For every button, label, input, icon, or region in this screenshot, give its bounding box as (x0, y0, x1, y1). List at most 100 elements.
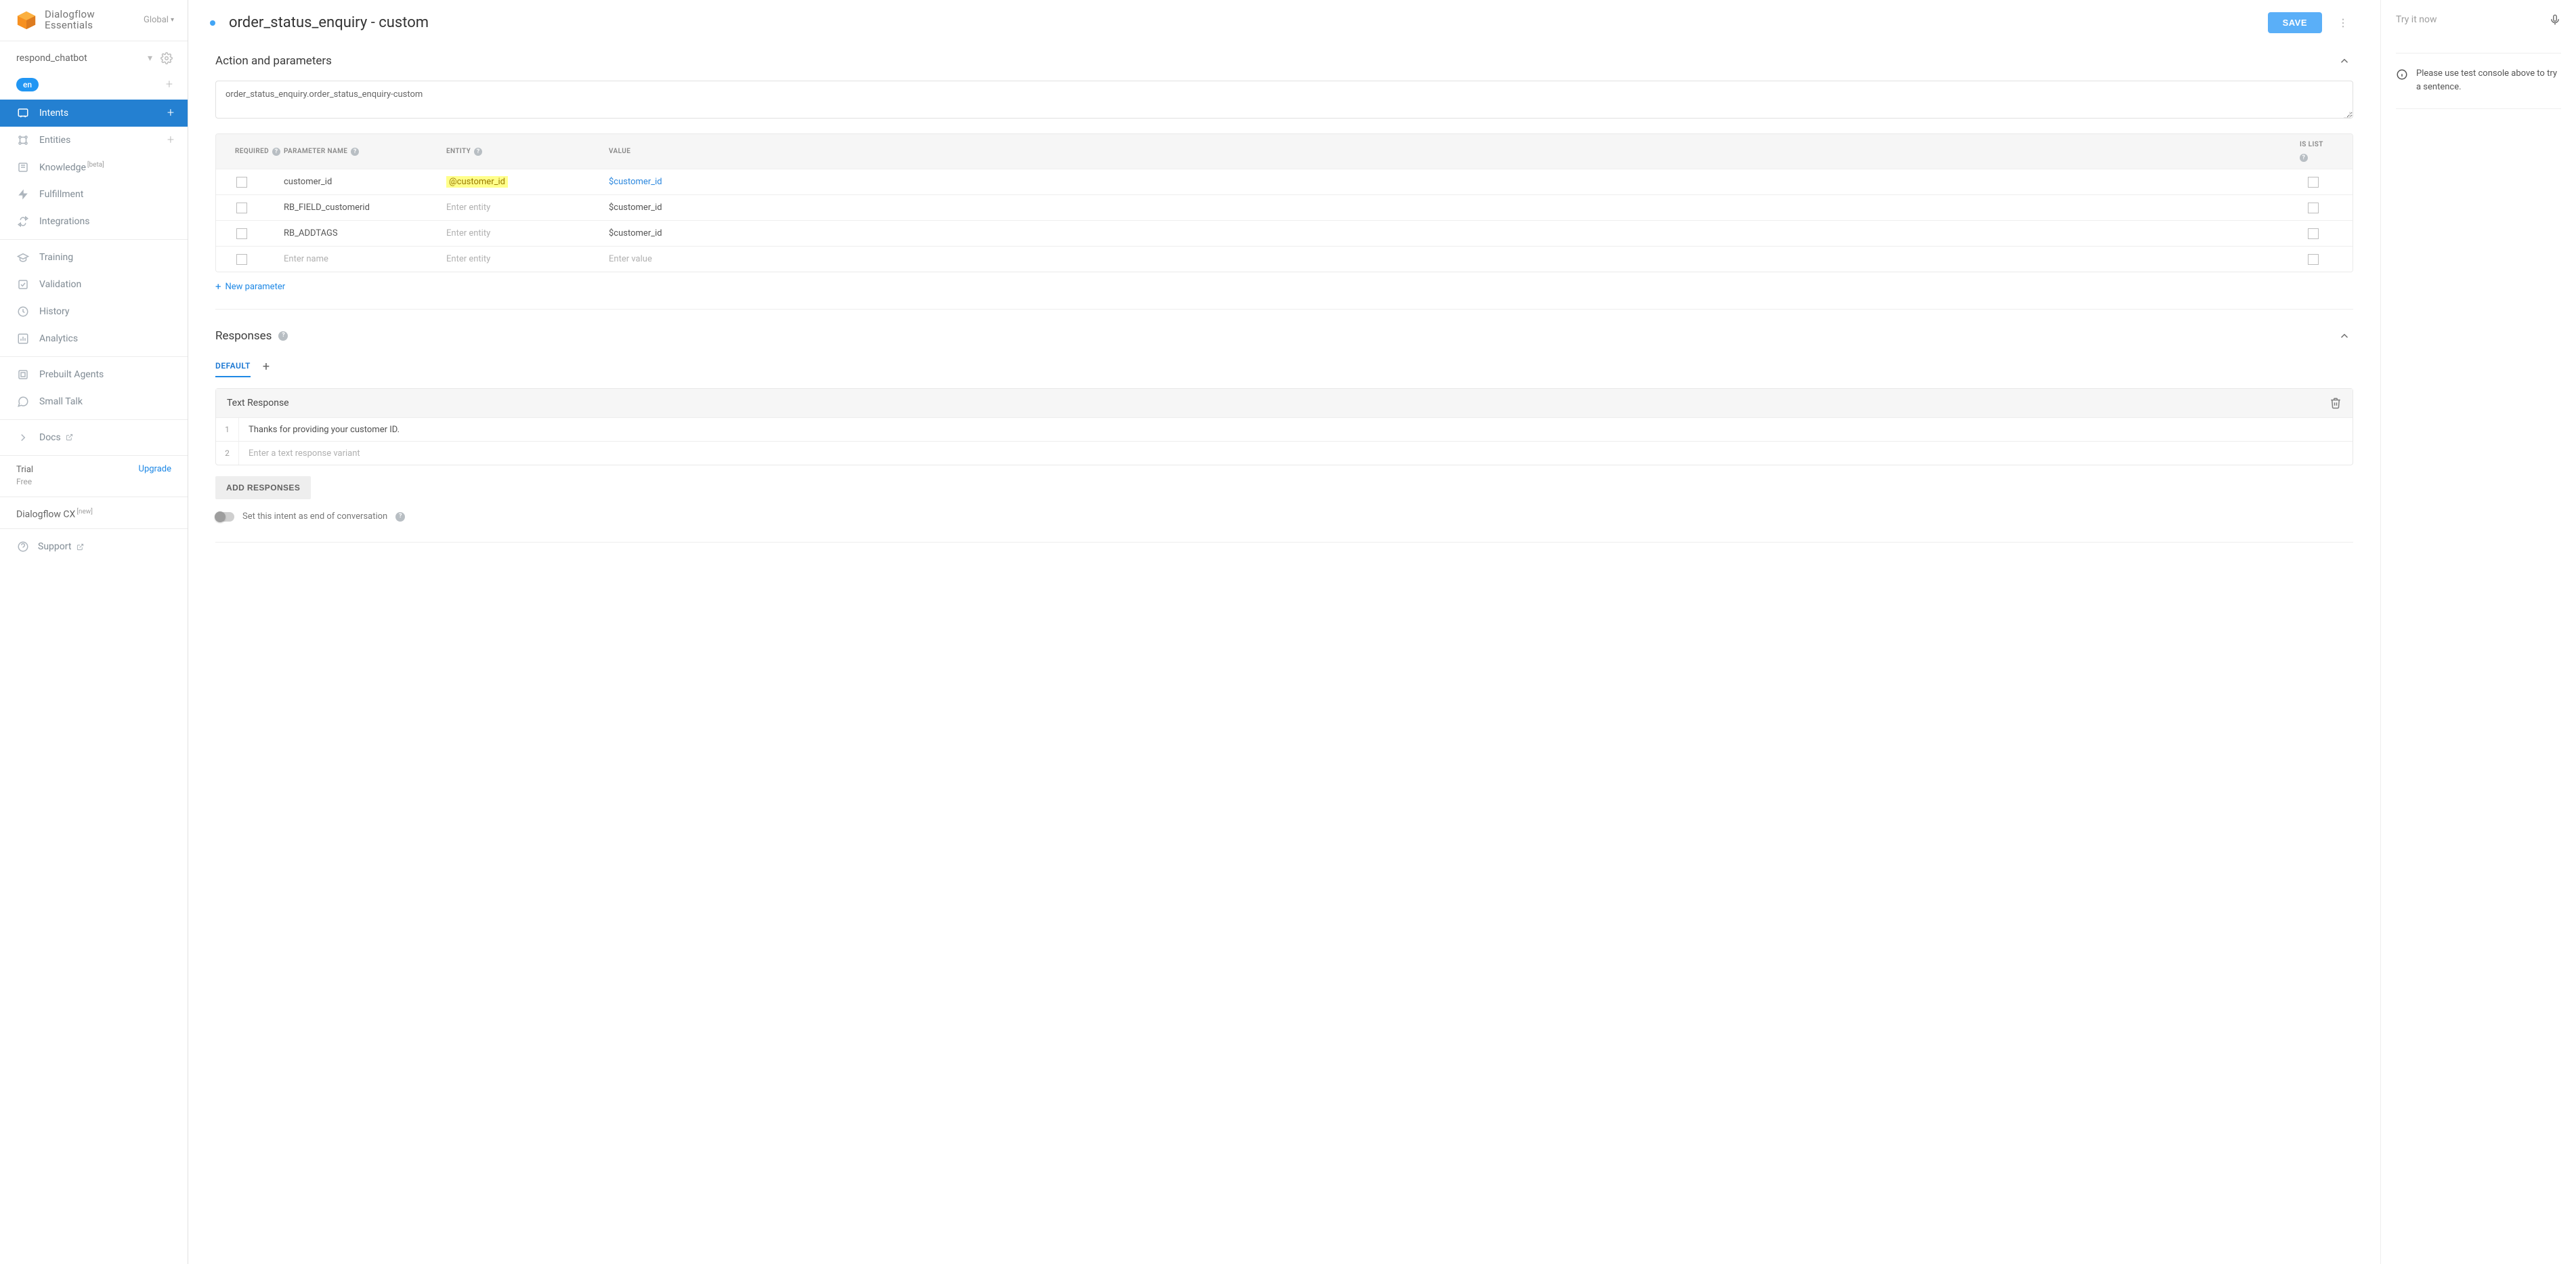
end-conversation-toggle[interactable] (215, 512, 234, 522)
nav-label: Small Talk (39, 396, 83, 407)
parameter-row-empty[interactable]: Enter name Enter entity Enter value (216, 246, 2353, 272)
nav-intents[interactable]: Intents + (0, 100, 188, 127)
training-icon (16, 251, 30, 264)
parameter-row[interactable]: customer_id @customer_id $customer_id (216, 169, 2353, 194)
trial-title: Trial (16, 464, 33, 476)
param-value-cell[interactable]: $customer_id (609, 198, 771, 217)
param-entity-cell[interactable]: @customer_id (446, 172, 609, 192)
islist-checkbox[interactable] (2308, 177, 2319, 188)
add-entity-button[interactable]: + (167, 134, 174, 146)
end-of-conversation-row: Set this intent as end of conversation (215, 511, 2353, 522)
nav-fulfillment[interactable]: Fulfillment (0, 181, 188, 208)
collapse-section-button[interactable] (2336, 52, 2353, 70)
required-checkbox[interactable] (236, 177, 247, 188)
nav-docs[interactable]: Docs (0, 424, 188, 451)
param-value-cell[interactable]: $customer_id (609, 173, 771, 191)
support-icon (16, 540, 30, 553)
fulfillment-icon (16, 188, 30, 201)
param-entity-cell[interactable]: Enter entity (446, 224, 609, 243)
nav-analytics[interactable]: Analytics (0, 325, 188, 352)
new-parameter-button[interactable]: + New parameter (215, 282, 285, 292)
nav-label: Fulfillment (39, 189, 83, 200)
help-icon[interactable] (395, 512, 405, 522)
nav-validation[interactable]: Validation (0, 271, 188, 298)
param-value-cell[interactable]: Enter value (609, 250, 771, 268)
microphone-button[interactable] (2549, 14, 2561, 26)
help-icon[interactable] (351, 148, 359, 156)
nav-label: Training (39, 252, 73, 263)
nav-label: Integrations (39, 216, 89, 227)
param-name-cell[interactable]: RB_FIELD_customerid (284, 198, 446, 217)
agent-dropdown-button[interactable]: ▾ (142, 49, 158, 68)
nav-small-talk[interactable]: Small Talk (0, 388, 188, 415)
parameter-row[interactable]: RB_ADDTAGS Enter entity $customer_id (216, 220, 2353, 246)
analytics-icon (16, 332, 30, 345)
param-entity-cell[interactable]: Enter entity (446, 250, 609, 268)
validation-icon (16, 278, 30, 291)
nav-knowledge[interactable]: Knowledge[beta] (0, 154, 188, 181)
param-value-cell[interactable]: $customer_id (609, 224, 771, 243)
param-name-cell[interactable]: RB_ADDTAGS (284, 224, 446, 243)
delete-text-response-button[interactable] (2330, 397, 2342, 409)
region-selector[interactable]: Global ▾ (144, 15, 174, 25)
save-button[interactable]: SAVE (2268, 12, 2322, 33)
text-response-row-empty[interactable]: 2 Enter a text response variant (216, 441, 2353, 465)
action-name-input[interactable] (215, 81, 2353, 119)
trial-plan: Free (16, 476, 33, 488)
param-name-cell[interactable]: customer_id (284, 173, 446, 191)
required-checkbox[interactable] (236, 203, 247, 213)
upgrade-link[interactable]: Upgrade (139, 464, 171, 474)
language-row: en + (0, 74, 188, 100)
dialogflow-cx-link[interactable]: Dialogflow CX[new] (0, 497, 188, 528)
more-options-button[interactable] (2333, 14, 2353, 32)
responses-tabs: DEFAULT + (215, 356, 2353, 377)
help-icon[interactable] (2300, 154, 2308, 162)
agent-settings-button[interactable] (158, 48, 175, 68)
help-icon[interactable] (278, 331, 288, 341)
nav-prebuilt-agents[interactable]: Prebuilt Agents (0, 361, 188, 388)
plus-icon: + (215, 282, 221, 292)
response-text[interactable]: Thanks for providing your customer ID. (239, 419, 2353, 440)
nav-entities[interactable]: Entities + (0, 127, 188, 154)
row-index: 2 (216, 442, 239, 465)
nav-history[interactable]: History (0, 298, 188, 325)
required-checkbox[interactable] (236, 228, 247, 239)
language-pill-en[interactable]: en (16, 78, 39, 91)
integrations-icon (16, 215, 30, 228)
param-entity-cell[interactable]: Enter entity (446, 198, 609, 217)
center-column: order_status_enquiry - custom SAVE Actio… (188, 0, 2381, 1264)
help-icon[interactable] (474, 148, 482, 156)
nav-label: Intents (39, 108, 68, 119)
product-name: Dialogflow Essentials (45, 9, 95, 31)
nav-support[interactable]: Support (0, 528, 188, 564)
nav-label: Docs (39, 432, 73, 443)
dialogflow-logo-icon (16, 10, 37, 30)
test-console-hint: Please use test console above to try a s… (2396, 53, 2561, 93)
islist-checkbox[interactable] (2308, 254, 2319, 265)
collapse-section-button[interactable] (2336, 327, 2353, 345)
info-icon (2396, 68, 2408, 81)
add-response-tab-button[interactable]: + (263, 360, 270, 374)
nav-training[interactable]: Training (0, 244, 188, 271)
islist-checkbox[interactable] (2308, 203, 2319, 213)
tab-default[interactable]: DEFAULT (215, 356, 251, 377)
sidebar: Dialogflow Essentials Global ▾ respond_c… (0, 0, 188, 1264)
parameter-row[interactable]: RB_FIELD_customerid Enter entity $custom… (216, 194, 2353, 220)
add-responses-button[interactable]: ADD RESPONSES (215, 476, 311, 499)
try-it-now-input[interactable]: Try it now (2396, 14, 2437, 25)
add-language-button[interactable]: + (166, 79, 173, 91)
nav-label: Validation (39, 279, 81, 290)
response-text-placeholder[interactable]: Enter a text response variant (239, 443, 2353, 464)
intent-title[interactable]: order_status_enquiry - custom (229, 14, 2268, 31)
prebuilt-agents-icon (16, 368, 30, 381)
required-checkbox[interactable] (236, 254, 247, 265)
nav-integrations[interactable]: Integrations (0, 208, 188, 235)
end-conversation-label: Set this intent as end of conversation (242, 511, 387, 522)
text-response-row[interactable]: 1 Thanks for providing your customer ID. (216, 417, 2353, 441)
help-icon[interactable] (272, 148, 280, 156)
add-intent-button[interactable]: + (167, 107, 174, 119)
param-name-cell[interactable]: Enter name (284, 250, 446, 268)
intent-header: order_status_enquiry - custom SAVE (188, 0, 2380, 45)
responses-section: Responses DEFAULT + Text Response (188, 327, 2380, 560)
islist-checkbox[interactable] (2308, 228, 2319, 239)
